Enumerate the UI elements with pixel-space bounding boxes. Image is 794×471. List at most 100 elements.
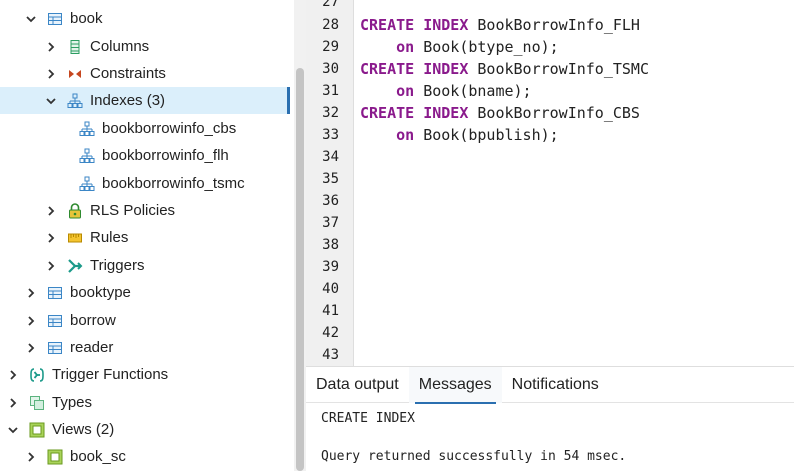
tree-item-label: Indexes (3) [90,92,166,109]
tree-item-label: booktype [70,284,131,301]
tree-item-label: Columns [90,38,150,55]
tree-item-label: Views (2) [52,421,115,438]
tree-item-book[interactable]: book [0,5,290,32]
chevron-down-icon[interactable] [44,94,58,108]
table-icon [46,312,64,330]
line-number: 31 [322,83,339,99]
trigger-icon [66,257,84,275]
tree-item-index-cbs[interactable]: bookborrowinfo_cbs [0,115,290,142]
query-editor[interactable]: 27 28 29 30 31 32 33 34 35 36 37 38 39 4… [306,0,794,366]
tree-item-book-sc[interactable]: book_sc [0,443,290,470]
code-line[interactable]: on Book(btype_no); [360,36,559,58]
chevron-down-icon[interactable] [6,423,20,437]
results-tabs: Data output Messages Notifications [306,367,794,404]
sql-keyword: on [360,126,415,144]
line-number: 34 [322,149,339,165]
chevron-right-icon[interactable] [44,67,58,81]
code-line[interactable]: CREATE INDEX BookBorrowInfo_FLH [360,14,640,36]
object-browser-tree: book Columns Constraints Indexes (3) boo… [0,0,293,471]
tab-data-output[interactable]: Data output [306,367,409,403]
code-line[interactable]: on Book(bname); [360,80,532,102]
chevron-right-icon[interactable] [24,286,38,300]
chevron-right-icon[interactable] [44,259,58,273]
table-icon [46,339,64,357]
tree-item-constraints[interactable]: Constraints [0,60,290,87]
view-icon [46,448,64,466]
trigger-function-icon [28,366,46,384]
tree-item-label: Trigger Functions [52,366,169,383]
message-line: CREATE INDEX [321,411,415,426]
sql-keyword: CREATE [360,60,415,78]
line-number: 38 [322,237,339,253]
tree-item-label: reader [70,339,114,356]
tree-item-label: book [70,10,103,27]
tree-scrollbar[interactable] [294,0,306,471]
sql-keyword: CREATE [360,16,415,34]
index-icon [66,92,84,110]
tree-item-label: RLS Policies [90,202,176,219]
code-text: BookBorrowInfo_CBS [468,104,640,122]
tree-item-label: Rules [90,229,129,246]
chevron-right-icon[interactable] [6,368,20,382]
line-number: 41 [322,303,339,319]
index-icon [78,175,96,193]
code-text: Book(btype_no); [414,38,559,56]
line-number: 28 [322,17,339,33]
chevron-right-icon[interactable] [24,450,38,464]
tree-item-rules[interactable]: Rules [0,224,290,251]
sql-keyword: INDEX [423,16,469,34]
tree-item-indexes[interactable]: Indexes (3) [0,87,290,114]
code-text: BookBorrowInfo_TSMC [468,60,649,78]
line-number: 43 [322,347,339,363]
sql-keyword: CREATE [360,104,415,122]
tree-item-rls-policies[interactable]: RLS Policies [0,197,290,224]
tree-item-trigger-functions[interactable]: Trigger Functions [0,361,290,388]
tree-item-views[interactable]: Views (2) [0,416,290,443]
line-number: 33 [322,127,339,143]
tree-item-columns[interactable]: Columns [0,33,290,60]
code-line[interactable]: CREATE INDEX BookBorrowInfo_TSMC [360,58,649,80]
chevron-right-icon[interactable] [6,396,20,410]
table-icon [46,10,64,28]
code-text: Book(bpublish); [414,126,559,144]
tree-item-borrow[interactable]: borrow [0,307,290,334]
code-text: Book(bname); [414,82,532,100]
index-icon [78,147,96,165]
message-line: Query returned successfully in 54 msec. [321,449,627,464]
tree-item-label: bookborrowinfo_flh [102,147,229,164]
line-number: 35 [322,171,339,187]
chevron-right-icon[interactable] [24,341,38,355]
line-number: 29 [322,39,339,55]
types-icon [28,394,46,412]
tree-item-reader[interactable]: reader [0,334,290,361]
chevron-right-icon[interactable] [44,231,58,245]
tree-item-triggers[interactable]: Triggers [0,252,290,279]
tree-item-types[interactable]: Types [0,389,290,416]
tab-notifications[interactable]: Notifications [502,367,609,403]
line-number: 40 [322,281,339,297]
tree-item-booktype[interactable]: booktype [0,279,290,306]
tree-item-label: Triggers [90,257,145,274]
results-panel: Data output Messages Notifications CREAT… [306,366,794,471]
line-number: 32 [322,105,339,121]
chevron-right-icon[interactable] [24,314,38,328]
chevron-right-icon[interactable] [44,40,58,54]
line-number-gutter: 27 28 29 30 31 32 33 34 35 36 37 38 39 4… [306,0,354,366]
constraints-icon [66,65,84,83]
tree-item-label: book_sc [70,448,126,465]
tree-item-label: bookborrowinfo_cbs [102,120,237,137]
line-number: 42 [322,325,339,341]
sql-keyword: INDEX [423,60,469,78]
tree-item-label: Types [52,394,93,411]
tree-scrollbar-thumb[interactable] [296,68,304,471]
code-line[interactable]: on Book(bpublish); [360,124,559,146]
code-line[interactable]: CREATE INDEX BookBorrowInfo_CBS [360,102,640,124]
line-number: 37 [322,215,339,231]
chevron-down-icon[interactable] [24,12,38,26]
tab-messages[interactable]: Messages [408,367,502,404]
tree-item-index-flh[interactable]: bookborrowinfo_flh [0,142,290,169]
views-icon [28,421,46,439]
tree-item-index-tsmc[interactable]: bookborrowinfo_tsmc [0,170,290,197]
chevron-right-icon[interactable] [44,204,58,218]
code-text: BookBorrowInfo_FLH [468,16,640,34]
